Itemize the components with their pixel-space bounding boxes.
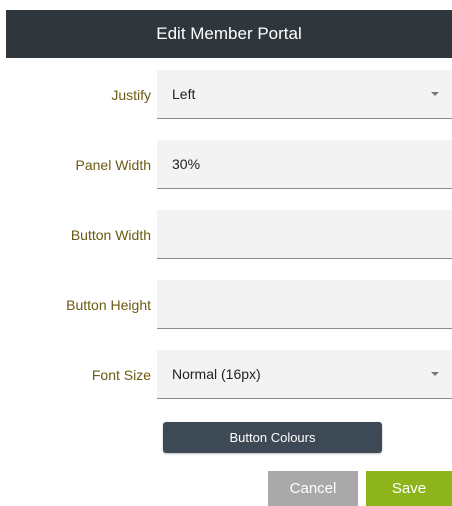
button-height-input[interactable] <box>157 280 452 329</box>
save-button[interactable]: Save <box>366 471 452 506</box>
justify-select-value: Left <box>172 86 196 102</box>
button-width-input[interactable] <box>157 210 452 259</box>
font-size-select[interactable]: Normal (16px) <box>157 350 452 399</box>
button-width-row: Button Width <box>0 210 452 260</box>
dialog-title: Edit Member Portal <box>156 24 302 43</box>
button-height-label: Button Height <box>66 297 151 313</box>
button-height-row: Button Height <box>0 280 452 330</box>
panel-width-row: Panel Width 30% <box>0 140 452 190</box>
font-size-label: Font Size <box>91 367 151 383</box>
panel-width-value: 30% <box>172 156 201 172</box>
button-colours-label: Button Colours <box>229 430 316 445</box>
panel-width-input[interactable]: 30% <box>157 140 452 189</box>
button-width-label: Button Width <box>70 227 151 243</box>
justify-row: Justify Left <box>0 70 452 120</box>
justify-label: Justify <box>111 87 151 103</box>
font-size-select-value: Normal (16px) <box>172 366 261 382</box>
cancel-label: Cancel <box>289 480 337 497</box>
font-size-row: Font Size Normal (16px) <box>0 350 452 400</box>
dialog-header: Edit Member Portal <box>6 10 452 58</box>
cancel-button[interactable]: Cancel <box>268 471 358 506</box>
justify-select[interactable]: Left <box>157 70 452 119</box>
caret-down-icon <box>431 372 439 376</box>
save-label: Save <box>391 480 427 497</box>
panel-width-label: Panel Width <box>75 157 151 173</box>
button-colours-button[interactable]: Button Colours <box>163 422 382 453</box>
caret-down-icon <box>431 92 439 96</box>
